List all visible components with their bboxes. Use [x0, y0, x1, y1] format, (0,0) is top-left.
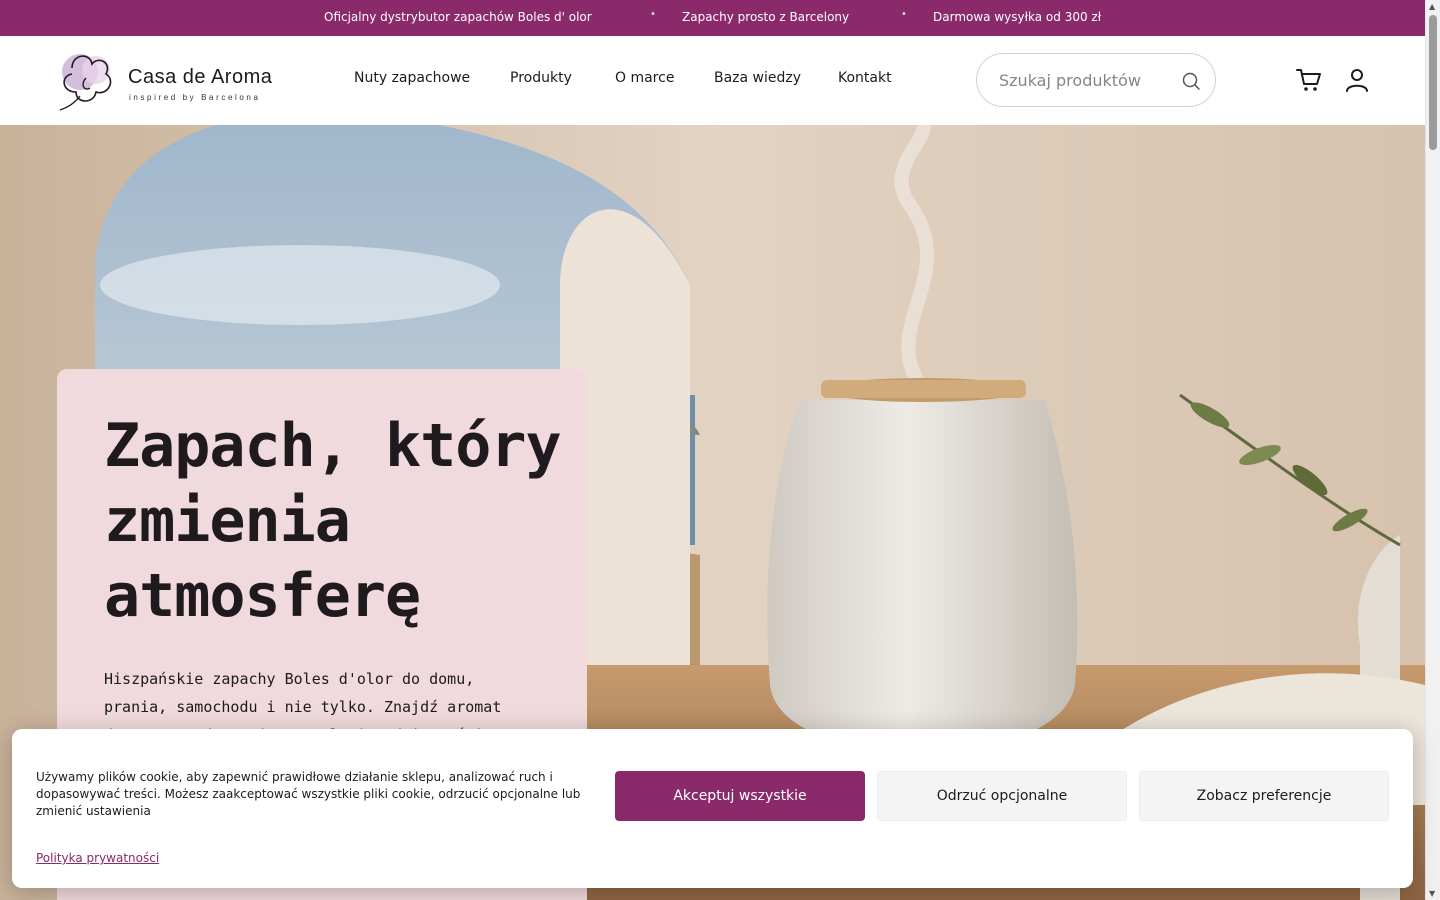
reject-optional-button[interactable]: Odrzuć opcjonalne	[877, 771, 1127, 821]
brand-tagline: inspired by Barcelona	[129, 93, 261, 102]
scroll-down-arrow-icon[interactable]: ▼	[1429, 889, 1435, 898]
search-box	[976, 53, 1216, 107]
nav-item-baza-wiedzy[interactable]: Baza wiedzy	[714, 70, 801, 86]
privacy-policy-link[interactable]: Polityka prywatności	[36, 851, 159, 865]
accept-all-button[interactable]: Akceptuj wszystkie	[615, 771, 865, 821]
nav-item-nuty-zapachowe[interactable]: Nuty zapachowe	[354, 70, 470, 86]
promo-item-shipping: Darmowa wysyłka od 300 zł	[933, 10, 1102, 24]
user-icon[interactable]	[1343, 66, 1371, 94]
hero-title: Zapach, który zmienia atmosferę	[104, 411, 562, 631]
page-scrollbar[interactable]: ▲ ▼	[1425, 0, 1440, 900]
scroll-up-arrow-icon[interactable]: ▲	[1429, 2, 1435, 11]
nav-item-o-marce[interactable]: O marce	[615, 70, 674, 86]
promo-item-barcelona: Zapachy prosto z Barcelony	[682, 10, 850, 24]
promo-item-distributor: Oficjalny dystrybutor zapachów Boles d' …	[324, 10, 592, 24]
promo-separator: •	[650, 9, 656, 20]
cart-icon[interactable]	[1295, 66, 1323, 94]
cookie-banner: Używamy plików cookie, aby zapewnić praw…	[12, 729, 1413, 888]
search-icon[interactable]	[1181, 71, 1201, 91]
nav-item-kontakt[interactable]: Kontakt	[838, 70, 892, 86]
logo-flower-icon	[59, 54, 112, 111]
nav-item-produkty[interactable]: Produkty	[510, 70, 572, 86]
search-input[interactable]	[999, 68, 1179, 92]
site-header: Casa de Aroma inspired by Barcelona Nuty…	[0, 36, 1425, 125]
logo[interactable]: Casa de Aroma inspired by Barcelona	[58, 48, 288, 112]
cookie-message: Używamy plików cookie, aby zapewnić praw…	[36, 770, 581, 818]
promo-bar: Oficjalny dystrybutor zapachów Boles d' …	[0, 0, 1425, 36]
preferences-button[interactable]: Zobacz preferencje	[1139, 771, 1389, 821]
promo-separator: •	[901, 9, 907, 20]
brand-name: Casa de Aroma	[128, 66, 273, 88]
scroll-thumb[interactable]	[1429, 15, 1437, 150]
